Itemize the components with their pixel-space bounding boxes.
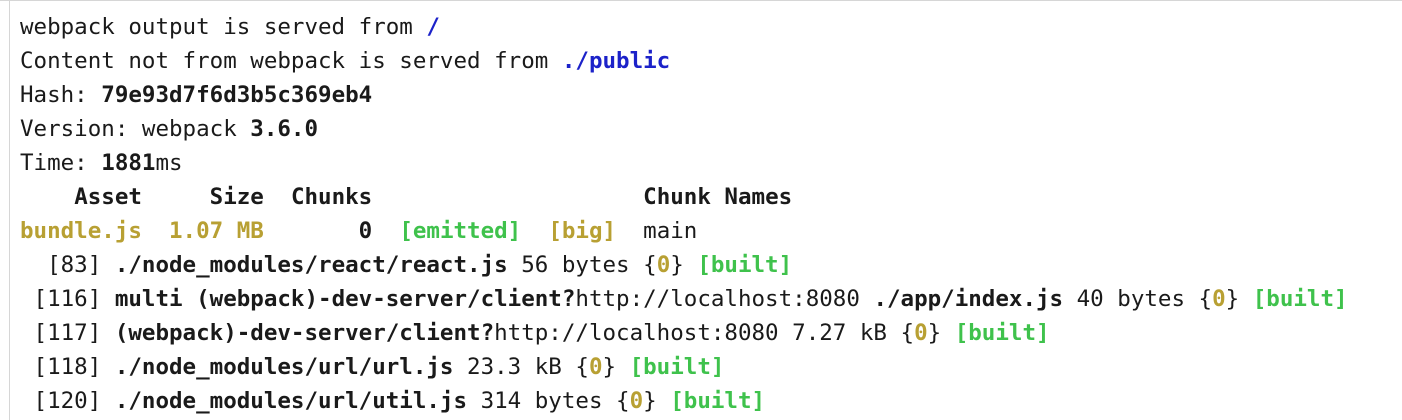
module-status: [built] xyxy=(697,252,793,278)
version-label: Version: webpack xyxy=(20,116,251,142)
module-chunk: 0 xyxy=(1212,286,1226,312)
time-line: Time: 1881ms xyxy=(20,146,1402,180)
module-chunk: 0 xyxy=(588,354,603,380)
module-id: [120] xyxy=(33,388,102,414)
asset-row: bundle.js 1.07 MB 0 [emitted] [big] main xyxy=(20,214,1402,248)
module-size: 23.3 kB xyxy=(467,354,562,380)
hash-line: Hash: 79e93d7f6d3b5c369eb4 xyxy=(20,78,1402,112)
header-chunks: Chunks xyxy=(290,184,373,210)
module-row: [116] multi (webpack)-dev-server/client?… xyxy=(33,286,1348,312)
asset-table-header: Asset Size Chunks Chunk Names xyxy=(20,180,1402,214)
content-path-line: Content not from webpack is served from … xyxy=(20,44,1402,78)
module-id: [118] xyxy=(33,354,102,380)
module-size: 56 bytes xyxy=(521,252,630,278)
module-status: [built] xyxy=(670,388,766,414)
hash-label: Hash: xyxy=(20,82,102,108)
module-chunk: 0 xyxy=(656,252,671,278)
module-chunk: 0 xyxy=(914,320,928,346)
version-value: 3.6.0 xyxy=(250,116,319,142)
module-row: [83] ./node_modules/react/react.js 56 by… xyxy=(47,252,793,278)
module-name-entry: ./app/index.js xyxy=(873,286,1064,312)
header-size: Size xyxy=(209,184,264,210)
content-path-value: ./public xyxy=(561,48,671,74)
content-path-prefix: Content not from webpack is served from xyxy=(20,48,562,74)
time-label: Time: xyxy=(20,150,102,176)
module-id: [117] xyxy=(33,320,102,346)
module-status: [built] xyxy=(1252,286,1348,312)
time-unit: ms xyxy=(155,150,183,176)
hash-value: 79e93d7f6d3b5c369eb4 xyxy=(101,82,373,108)
output-path-value: / xyxy=(426,14,440,40)
module-size: 40 bytes xyxy=(1076,286,1186,312)
output-path-line: webpack output is served from / xyxy=(20,10,1402,44)
terminal-output: webpack output is served from / Content … xyxy=(0,0,1402,420)
asset-name: bundle.js xyxy=(20,218,142,244)
window-frame-left xyxy=(9,0,10,420)
module-id: [83] xyxy=(47,252,102,278)
time-value: 1881 xyxy=(101,150,156,176)
output-path-prefix: webpack output is served from xyxy=(20,14,427,40)
asset-size: 1.07 MB xyxy=(169,218,264,244)
module-status: [built] xyxy=(954,320,1050,346)
asset-emitted-badge: [emitted] xyxy=(399,218,522,244)
module-name: ./node_modules/url/util.js xyxy=(114,388,468,414)
module-size: 7.27 kB xyxy=(792,320,887,346)
module-name: ./node_modules/react/react.js xyxy=(114,252,508,278)
version-line: Version: webpack 3.6.0 xyxy=(20,112,1402,146)
module-status: [built] xyxy=(629,354,725,380)
module-name: ./node_modules/url/url.js xyxy=(114,354,454,380)
asset-chunk-name: main xyxy=(643,218,698,244)
asset-big-badge: [big] xyxy=(548,218,617,244)
module-row: [117] (webpack)-dev-server/client?http:/… xyxy=(33,320,1050,346)
module-name-url: http://localhost:8080 xyxy=(575,286,860,312)
module-chunk: 0 xyxy=(629,388,644,414)
header-asset: Asset xyxy=(74,184,142,210)
asset-chunks: 0 xyxy=(358,218,373,244)
module-row: [120] ./node_modules/url/util.js 314 byt… xyxy=(33,388,766,414)
module-size: 314 bytes xyxy=(480,388,603,414)
module-id: [116] xyxy=(33,286,102,312)
header-chunk-names: Chunk Names xyxy=(643,184,793,210)
module-name: multi (webpack)-dev-server/client? xyxy=(114,286,576,312)
terminal-content: webpack output is served from / Content … xyxy=(20,10,1402,418)
window-frame-top xyxy=(0,0,1402,6)
module-name: (webpack)-dev-server/client? xyxy=(114,320,495,346)
module-name-url: http://localhost:8080 xyxy=(494,320,779,346)
module-row: [118] ./node_modules/url/url.js 23.3 kB … xyxy=(33,354,725,380)
